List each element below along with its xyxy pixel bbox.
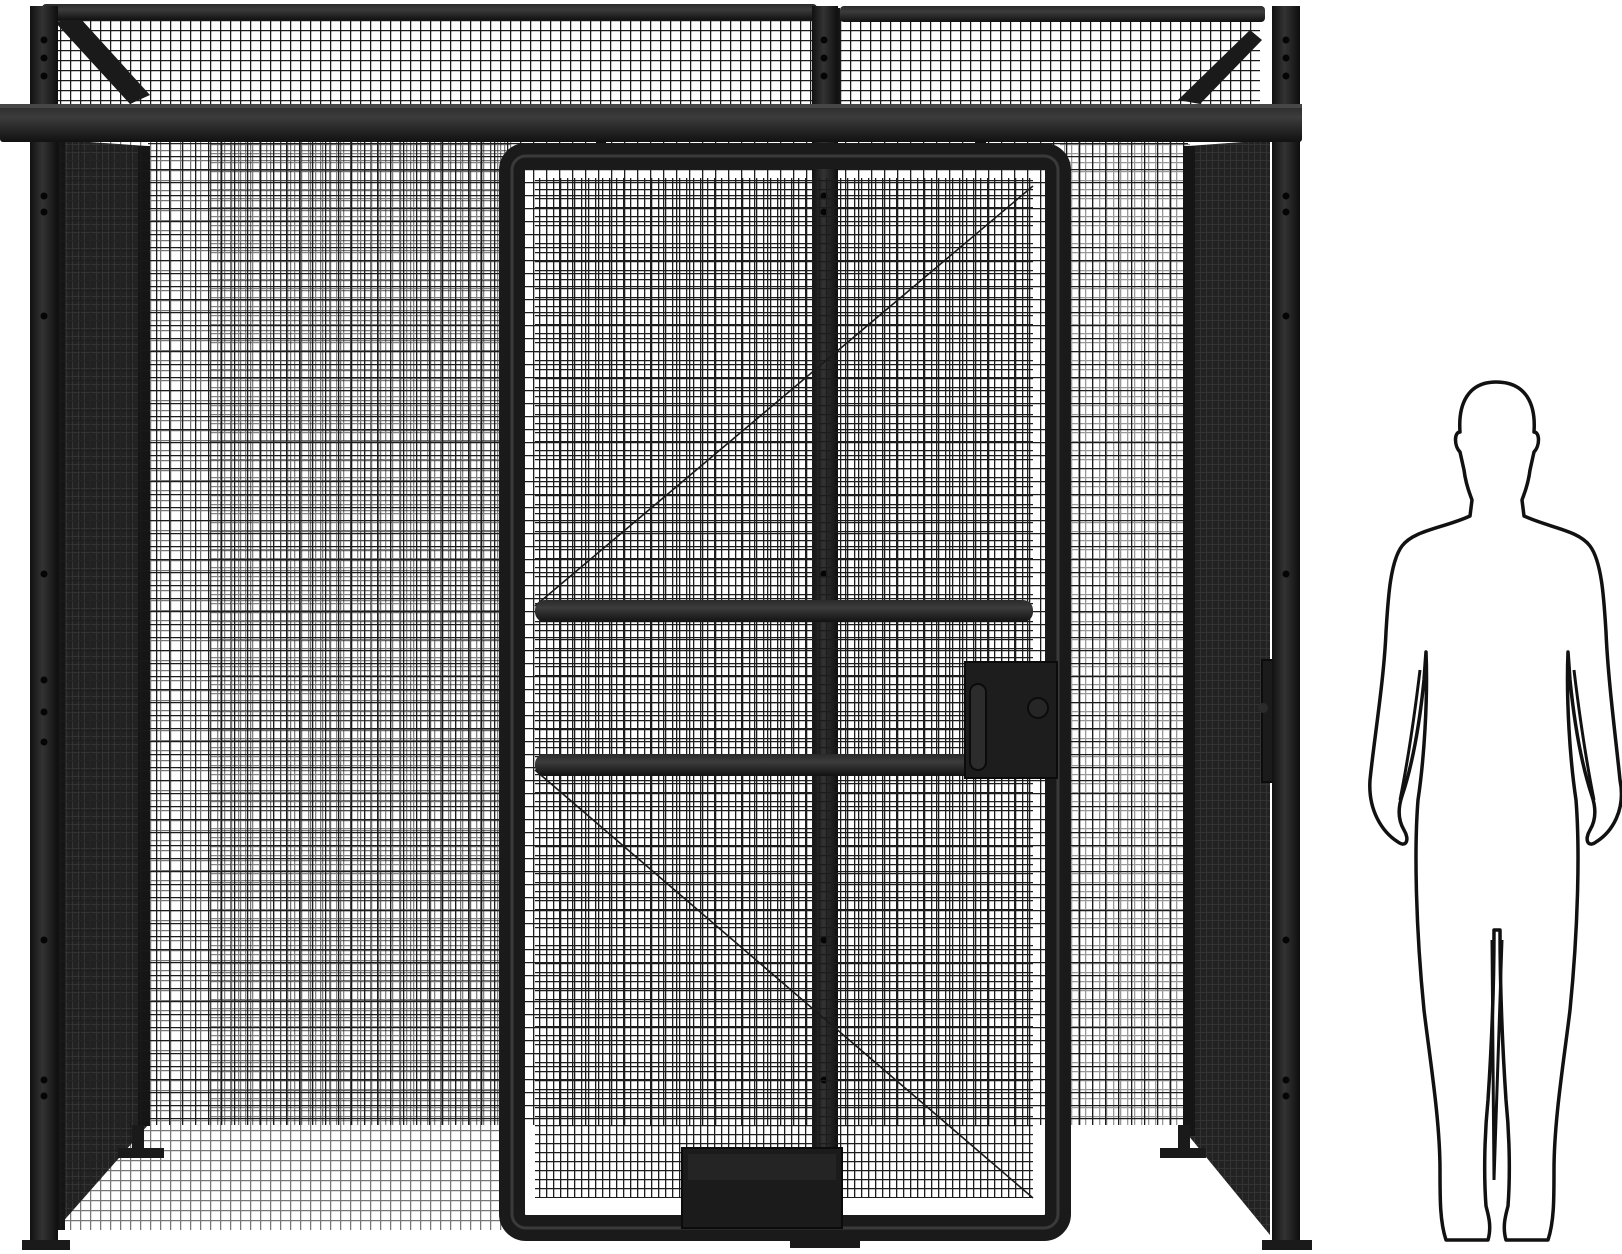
scene-svg	[0, 4, 1622, 1250]
door-rail-middle	[535, 600, 1033, 622]
cage-scene	[0, 0, 1622, 1254]
door-kick-plate-slot	[688, 1154, 836, 1180]
keyhole-icon	[1027, 697, 1049, 719]
door-mesh	[535, 178, 1033, 1198]
door[interactable]	[499, 143, 1071, 1241]
front-left-mesh	[60, 140, 512, 1230]
door-handle[interactable]	[969, 683, 987, 771]
door-lock[interactable]	[964, 661, 1058, 779]
human-silhouette-icon	[1368, 380, 1622, 1242]
roof-mesh	[42, 4, 1265, 106]
door-rail-lower	[535, 754, 1033, 776]
